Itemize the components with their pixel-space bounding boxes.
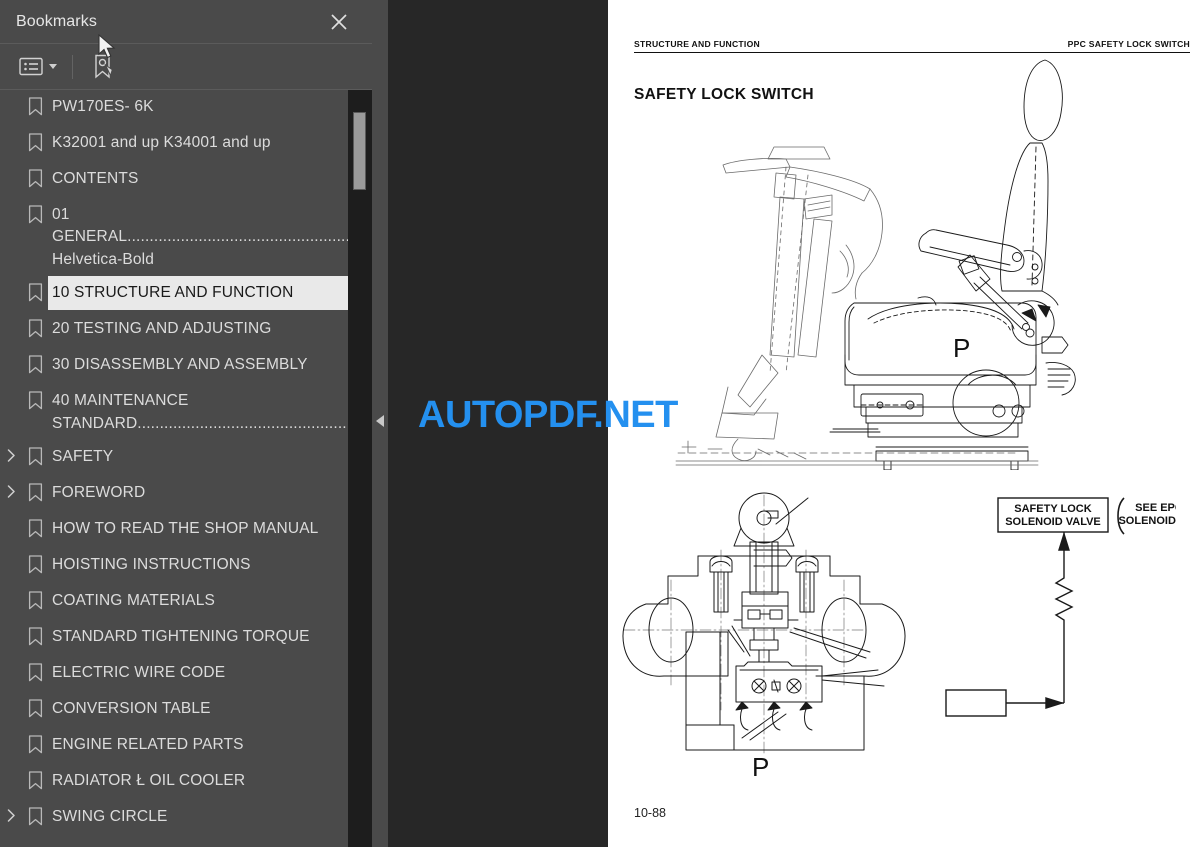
bookmark-label: ENGINE RELATED PARTS <box>52 736 244 754</box>
bookmarks-scrollbar[interactable] <box>348 90 372 847</box>
panel-collapse-handle[interactable] <box>372 0 388 847</box>
bookmark-label: HOISTING INSTRUCTIONS <box>52 556 251 574</box>
bookmark-item[interactable]: COATING MATERIALS <box>0 584 372 620</box>
page-number: 10-88 <box>634 806 666 820</box>
bookmark-item[interactable]: 20 TESTING AND ADJUSTING <box>0 312 372 348</box>
header-right-text: PPC SAFETY LOCK SWITCH <box>1067 39 1190 49</box>
bookmark-item[interactable]: 01 GENERAL..............................… <box>0 198 372 276</box>
bookmark-label: 01 GENERAL..............................… <box>52 206 372 268</box>
bookmark-icon <box>22 126 48 152</box>
bookmark-icon <box>22 162 48 188</box>
bookmarks-list: PW170ES- 6K K32001 and up K34001 and up CO… <box>0 90 372 836</box>
bookmark-item[interactable]: SAFETY <box>0 440 372 476</box>
pdf-reader-window: Bookmarks PW170ES- 6K K32001 and up K340… <box>0 0 1200 847</box>
seat-port-label: P <box>953 333 970 363</box>
solenoid-box-line1: SAFETY LOCK <box>1014 503 1091 515</box>
bookmark-icon <box>22 276 48 302</box>
operator-seat-assembly-drawing: P <box>675 59 1076 470</box>
bookmark-icon <box>22 656 48 682</box>
bookmark-icon <box>22 764 48 790</box>
bookmark-item[interactable]: PW170ES- 6K <box>0 90 372 126</box>
bookmark-icon <box>22 548 48 574</box>
pdf-page: STRUCTURE AND FUNCTION PPC SAFETY LOCK S… <box>608 0 1200 847</box>
bookmark-item[interactable]: FOREWORD <box>0 476 372 512</box>
bookmark-label: 40 MAINTENANCE STANDARD.................… <box>52 392 372 432</box>
bookmarks-panel-header: Bookmarks <box>0 0 372 44</box>
bookmark-item[interactable]: CONTENTS <box>0 162 372 198</box>
bookmark-label: 30 DISASSEMBLY AND ASSEMBLY <box>52 356 308 374</box>
bookmark-item[interactable]: ENGINE RELATED PARTS <box>0 728 372 764</box>
bookmark-icon <box>22 512 48 538</box>
bookmark-item[interactable]: CONVERSION TABLE <box>0 692 372 728</box>
bookmark-item[interactable]: 40 MAINTENANCE STANDARD.................… <box>0 384 372 440</box>
bookmark-label: SWING CIRCLE <box>52 808 168 826</box>
bookmarks-scrollbar-thumb[interactable] <box>353 112 366 190</box>
bookmarks-panel: Bookmarks PW170ES- 6K K32001 and up K340… <box>0 0 372 847</box>
bookmark-icon <box>22 800 48 826</box>
solenoid-box-line2: SOLENOID VALVE <box>1005 516 1101 528</box>
bookmark-label: K32001 and up K34001 and up <box>52 134 271 151</box>
document-viewer[interactable]: STRUCTURE AND FUNCTION PPC SAFETY LOCK S… <box>388 0 1200 847</box>
bookmarks-scroll-area: PW170ES- 6K K32001 and up K34001 and up CO… <box>0 90 372 847</box>
bookmark-icon <box>22 348 48 374</box>
bookmark-label: CONVERSION TABLE <box>52 700 211 718</box>
chevron-down-icon[interactable] <box>49 64 57 69</box>
bookmark-item[interactable]: STANDARD TIGHTENING TORQUE <box>0 620 372 656</box>
collapse-left-arrow-icon[interactable] <box>376 415 384 427</box>
bookmark-icon <box>22 620 48 646</box>
bookmark-item[interactable]: RADIATOR Ł OIL COOLER <box>0 764 372 800</box>
bookmark-item[interactable]: 10 STRUCTURE AND FUNCTION <box>0 276 372 312</box>
bookmark-label: STANDARD TIGHTENING TORQUE <box>52 628 310 646</box>
document-running-header: STRUCTURE AND FUNCTION PPC SAFETY LOCK S… <box>634 39 1190 53</box>
bookmark-label: RADIATOR Ł OIL COOLER <box>52 772 246 790</box>
list-options-icon[interactable] <box>16 54 60 79</box>
bookmark-icon <box>22 584 48 610</box>
bookmark-icon <box>22 198 48 224</box>
bookmark-label: FOREWORD <box>52 484 146 502</box>
epc-note-line1: SEE EPC <box>1135 502 1176 514</box>
bookmark-icon <box>22 90 48 116</box>
bookmark-item[interactable]: K32001 and up K34001 and up <box>0 126 372 162</box>
chevron-right-icon[interactable] <box>0 440 22 463</box>
toolbar-divider <box>72 54 73 79</box>
bookmark-icon <box>22 312 48 338</box>
bookmark-label: 10 STRUCTURE AND FUNCTION <box>48 276 352 310</box>
chevron-right-icon[interactable] <box>0 800 22 823</box>
bookmark-label: COATING MATERIALS <box>52 592 216 610</box>
panel-title: Bookmarks <box>16 12 97 30</box>
bookmark-label: PW170ES- 6K <box>52 98 154 115</box>
bookmark-item[interactable]: 30 DISASSEMBLY AND ASSEMBLY <box>0 348 372 384</box>
new-bookmark-icon[interactable] <box>89 51 119 83</box>
bookmark-icon <box>22 440 48 466</box>
epc-note-line2: SOLENOID VLV <box>1118 515 1176 527</box>
chevron-right-icon[interactable] <box>0 476 22 499</box>
close-icon[interactable] <box>328 11 350 33</box>
bookmark-icon <box>22 476 48 502</box>
bookmark-icon <box>22 384 48 410</box>
bookmark-label: 20 TESTING AND ADJUSTING <box>52 320 272 338</box>
bookmarks-toolbar <box>0 44 372 90</box>
bookmark-icon <box>22 692 48 718</box>
bookmark-icon <box>22 728 48 754</box>
bookmark-item[interactable]: ELECTRIC WIRE CODE <box>0 656 372 692</box>
bookmark-item[interactable]: HOISTING INSTRUCTIONS <box>0 548 372 584</box>
header-left-text: STRUCTURE AND FUNCTION <box>634 39 760 49</box>
bookmark-label: SAFETY <box>52 448 114 466</box>
bookmark-item[interactable]: HOW TO READ THE SHOP MANUAL <box>0 512 372 548</box>
bookmark-label: CONTENTS <box>52 170 139 187</box>
bookmark-item[interactable]: SWING CIRCLE <box>0 800 372 836</box>
valve-port-label: P <box>752 752 769 782</box>
ppc-valve-section-drawing: P SAFETY LOCK SOLENOID VALVE SEE EP SOLE… <box>622 492 1176 782</box>
bookmark-label: ELECTRIC WIRE CODE <box>52 664 226 682</box>
bookmark-label: HOW TO READ THE SHOP MANUAL <box>52 520 319 538</box>
